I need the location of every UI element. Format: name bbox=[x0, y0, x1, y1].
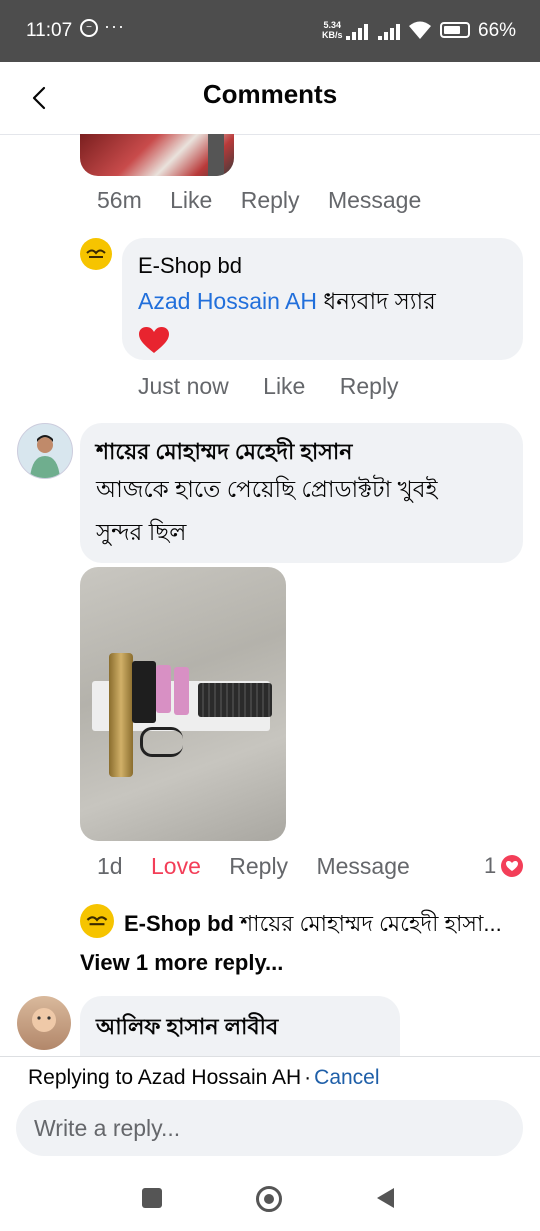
network-speed-unit: KB/s bbox=[322, 30, 343, 40]
recent-apps-icon[interactable] bbox=[142, 1188, 162, 1208]
reply-time: Just now bbox=[138, 373, 229, 399]
comment-time: 1d bbox=[97, 853, 123, 879]
message-button[interactable]: Message bbox=[316, 853, 409, 879]
trimmer bbox=[109, 653, 133, 777]
comment-bubble: শায়ের মোহাম্মদ মেহেদী হাসান আজকে হাতে প… bbox=[80, 423, 523, 563]
comment-photo[interactable] bbox=[80, 567, 286, 841]
reply-actions: Just now Like Reply bbox=[138, 373, 399, 400]
combs bbox=[198, 683, 272, 717]
reply-button[interactable]: Reply bbox=[241, 187, 300, 213]
comment-text-line1: আজকে হাতে পেয়েছি প্রোডাক্টটা খুবই bbox=[96, 476, 438, 502]
comment-author[interactable]: আলিফ হাসান লাবীব bbox=[96, 1010, 278, 1047]
replying-to-text: Replying to Azad Hossain AH bbox=[28, 1066, 302, 1089]
back-icon[interactable] bbox=[374, 1186, 396, 1210]
comment-actions: 1d Love Reply Message bbox=[97, 853, 527, 880]
reply-text: Azad Hossain AH ধন্যবাদ স্যার bbox=[138, 284, 436, 319]
reply-input[interactable] bbox=[16, 1100, 523, 1156]
battery-icon bbox=[440, 22, 470, 38]
reaction-count: 1 bbox=[484, 853, 497, 878]
reply-preview[interactable]: E-Shop bd শায়ের মোহাম্মদ মেহেদী হাসা... bbox=[124, 907, 502, 944]
status-bar: 11:07 − ··· 5.34 KB/s 66% bbox=[0, 0, 540, 62]
comment-photo[interactable] bbox=[80, 134, 234, 176]
reply-preview-author: E-Shop bd bbox=[124, 911, 234, 936]
like-button[interactable]: Like bbox=[170, 187, 212, 213]
reply-preview-text: শায়ের মোহাম্মদ মেহেদী হাসা... bbox=[240, 911, 502, 936]
cable bbox=[140, 727, 183, 757]
comment-author[interactable]: শায়ের মোহাম্মদ মেহেদী হাসান bbox=[96, 435, 352, 472]
reaction-summary[interactable]: 1 bbox=[484, 853, 496, 879]
more-notifications-icon: ··· bbox=[104, 16, 125, 36]
mention-link[interactable]: Azad Hossain AH bbox=[138, 288, 317, 314]
network-speed-value: 5.34 bbox=[323, 20, 342, 30]
avatar[interactable] bbox=[80, 904, 114, 938]
reply-author[interactable]: E-Shop bd bbox=[138, 253, 242, 279]
replying-to-label: Replying to Azad Hossain AH · Cancel bbox=[28, 1066, 380, 1090]
home-icon[interactable] bbox=[256, 1186, 282, 1212]
reply-button[interactable]: Reply bbox=[229, 853, 288, 879]
page-title: Comments bbox=[202, 79, 338, 109]
signal-icon bbox=[346, 24, 376, 40]
comment-time: 56m bbox=[97, 187, 142, 213]
cancel-button[interactable]: Cancel bbox=[314, 1066, 379, 1089]
status-time: 11:07 bbox=[26, 20, 73, 41]
avatar[interactable] bbox=[17, 423, 73, 479]
user-avatar-icon bbox=[30, 435, 60, 478]
heart-icon bbox=[139, 327, 169, 353]
dnd-icon: − bbox=[80, 19, 98, 37]
reply-body: ধন্যবাদ স্যার bbox=[323, 288, 436, 314]
battery-percent: 66% bbox=[478, 20, 517, 41]
signal-icon-2 bbox=[378, 24, 408, 40]
view-more-replies[interactable]: View 1 more reply... bbox=[80, 950, 283, 976]
message-button[interactable]: Message bbox=[328, 187, 421, 213]
like-button[interactable]: Like bbox=[263, 373, 305, 399]
avatar[interactable] bbox=[80, 238, 112, 270]
navigation-bar bbox=[0, 1166, 540, 1230]
photo-detail bbox=[208, 134, 224, 176]
comment-actions: 56m Like Reply Message bbox=[97, 187, 421, 214]
reply-button[interactable]: Reply bbox=[340, 373, 399, 399]
avatar[interactable] bbox=[17, 996, 71, 1050]
eshop-logo-icon bbox=[86, 916, 108, 926]
network-speed: 5.34 KB/s bbox=[322, 20, 343, 40]
reply-bubble: E-Shop bd Azad Hossain AH ধন্যবাদ স্যার bbox=[122, 238, 523, 360]
wifi-icon bbox=[409, 21, 431, 39]
battery-1 bbox=[156, 665, 171, 713]
charger bbox=[132, 661, 156, 723]
eshop-logo-icon bbox=[86, 249, 106, 258]
love-reaction-icon bbox=[501, 855, 523, 877]
separator: · bbox=[304, 1066, 312, 1089]
comment-text-line2: সুন্দর ছিল bbox=[96, 519, 187, 545]
love-button[interactable]: Love bbox=[151, 853, 201, 879]
chevron-left-icon[interactable] bbox=[22, 80, 58, 116]
battery-2 bbox=[174, 667, 189, 715]
comments-header: Comments bbox=[0, 62, 540, 135]
user-avatar-icon bbox=[32, 1008, 56, 1032]
